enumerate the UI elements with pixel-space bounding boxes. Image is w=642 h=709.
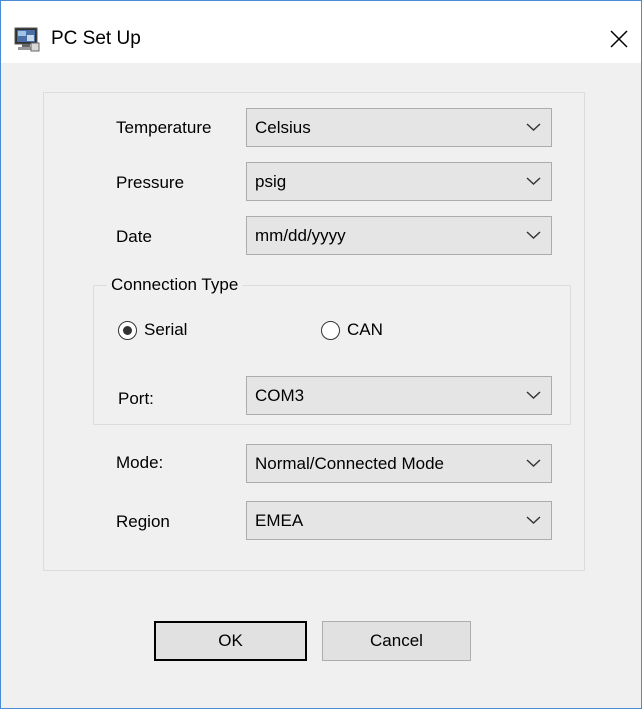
serial-radio[interactable]: Serial xyxy=(118,319,187,341)
title-bar: PC Set Up xyxy=(1,1,641,63)
region-label: Region xyxy=(116,512,170,531)
chevron-down-icon xyxy=(526,391,541,399)
radio-selected-icon xyxy=(118,320,137,340)
port-value: COM3 xyxy=(255,386,305,405)
pressure-label: Pressure xyxy=(116,173,185,192)
date-label: Date xyxy=(116,227,152,246)
chevron-down-icon xyxy=(526,123,541,131)
pc-setup-dialog: PC Set Up Temperature Celsius Pressure p… xyxy=(0,0,642,709)
pressure-value: psig xyxy=(255,172,287,191)
pressure-select[interactable]: psig xyxy=(246,162,552,201)
port-select[interactable]: COM3 xyxy=(246,376,552,415)
can-radio[interactable]: CAN xyxy=(321,319,383,341)
app-monitor-icon xyxy=(14,26,40,52)
region-select[interactable]: EMEA xyxy=(246,501,552,540)
cancel-button[interactable]: Cancel xyxy=(322,621,471,661)
chevron-down-icon xyxy=(526,516,541,524)
mode-value: Normal/Connected Mode xyxy=(255,454,444,473)
date-format-select[interactable]: mm/dd/yyyy xyxy=(246,216,552,255)
can-radio-label: CAN xyxy=(347,320,383,339)
chevron-down-icon xyxy=(526,231,541,239)
close-icon[interactable] xyxy=(597,17,641,61)
radio-unselected-icon xyxy=(321,320,340,340)
region-value: EMEA xyxy=(255,511,304,530)
temperature-label: Temperature xyxy=(116,118,212,137)
date-format-value: mm/dd/yyyy xyxy=(255,226,346,245)
port-label: Port: xyxy=(118,389,154,408)
serial-radio-label: Serial xyxy=(144,320,188,339)
chevron-down-icon xyxy=(526,459,541,467)
temperature-value: Celsius xyxy=(255,118,311,137)
mode-select[interactable]: Normal/Connected Mode xyxy=(246,444,552,483)
ok-button[interactable]: OK xyxy=(154,621,307,661)
chevron-down-icon xyxy=(526,177,541,185)
mode-label: Mode: xyxy=(116,453,164,472)
temperature-select[interactable]: Celsius xyxy=(246,108,552,147)
window-title: PC Set Up xyxy=(51,28,141,49)
connection-type-legend: Connection Type xyxy=(107,274,243,296)
